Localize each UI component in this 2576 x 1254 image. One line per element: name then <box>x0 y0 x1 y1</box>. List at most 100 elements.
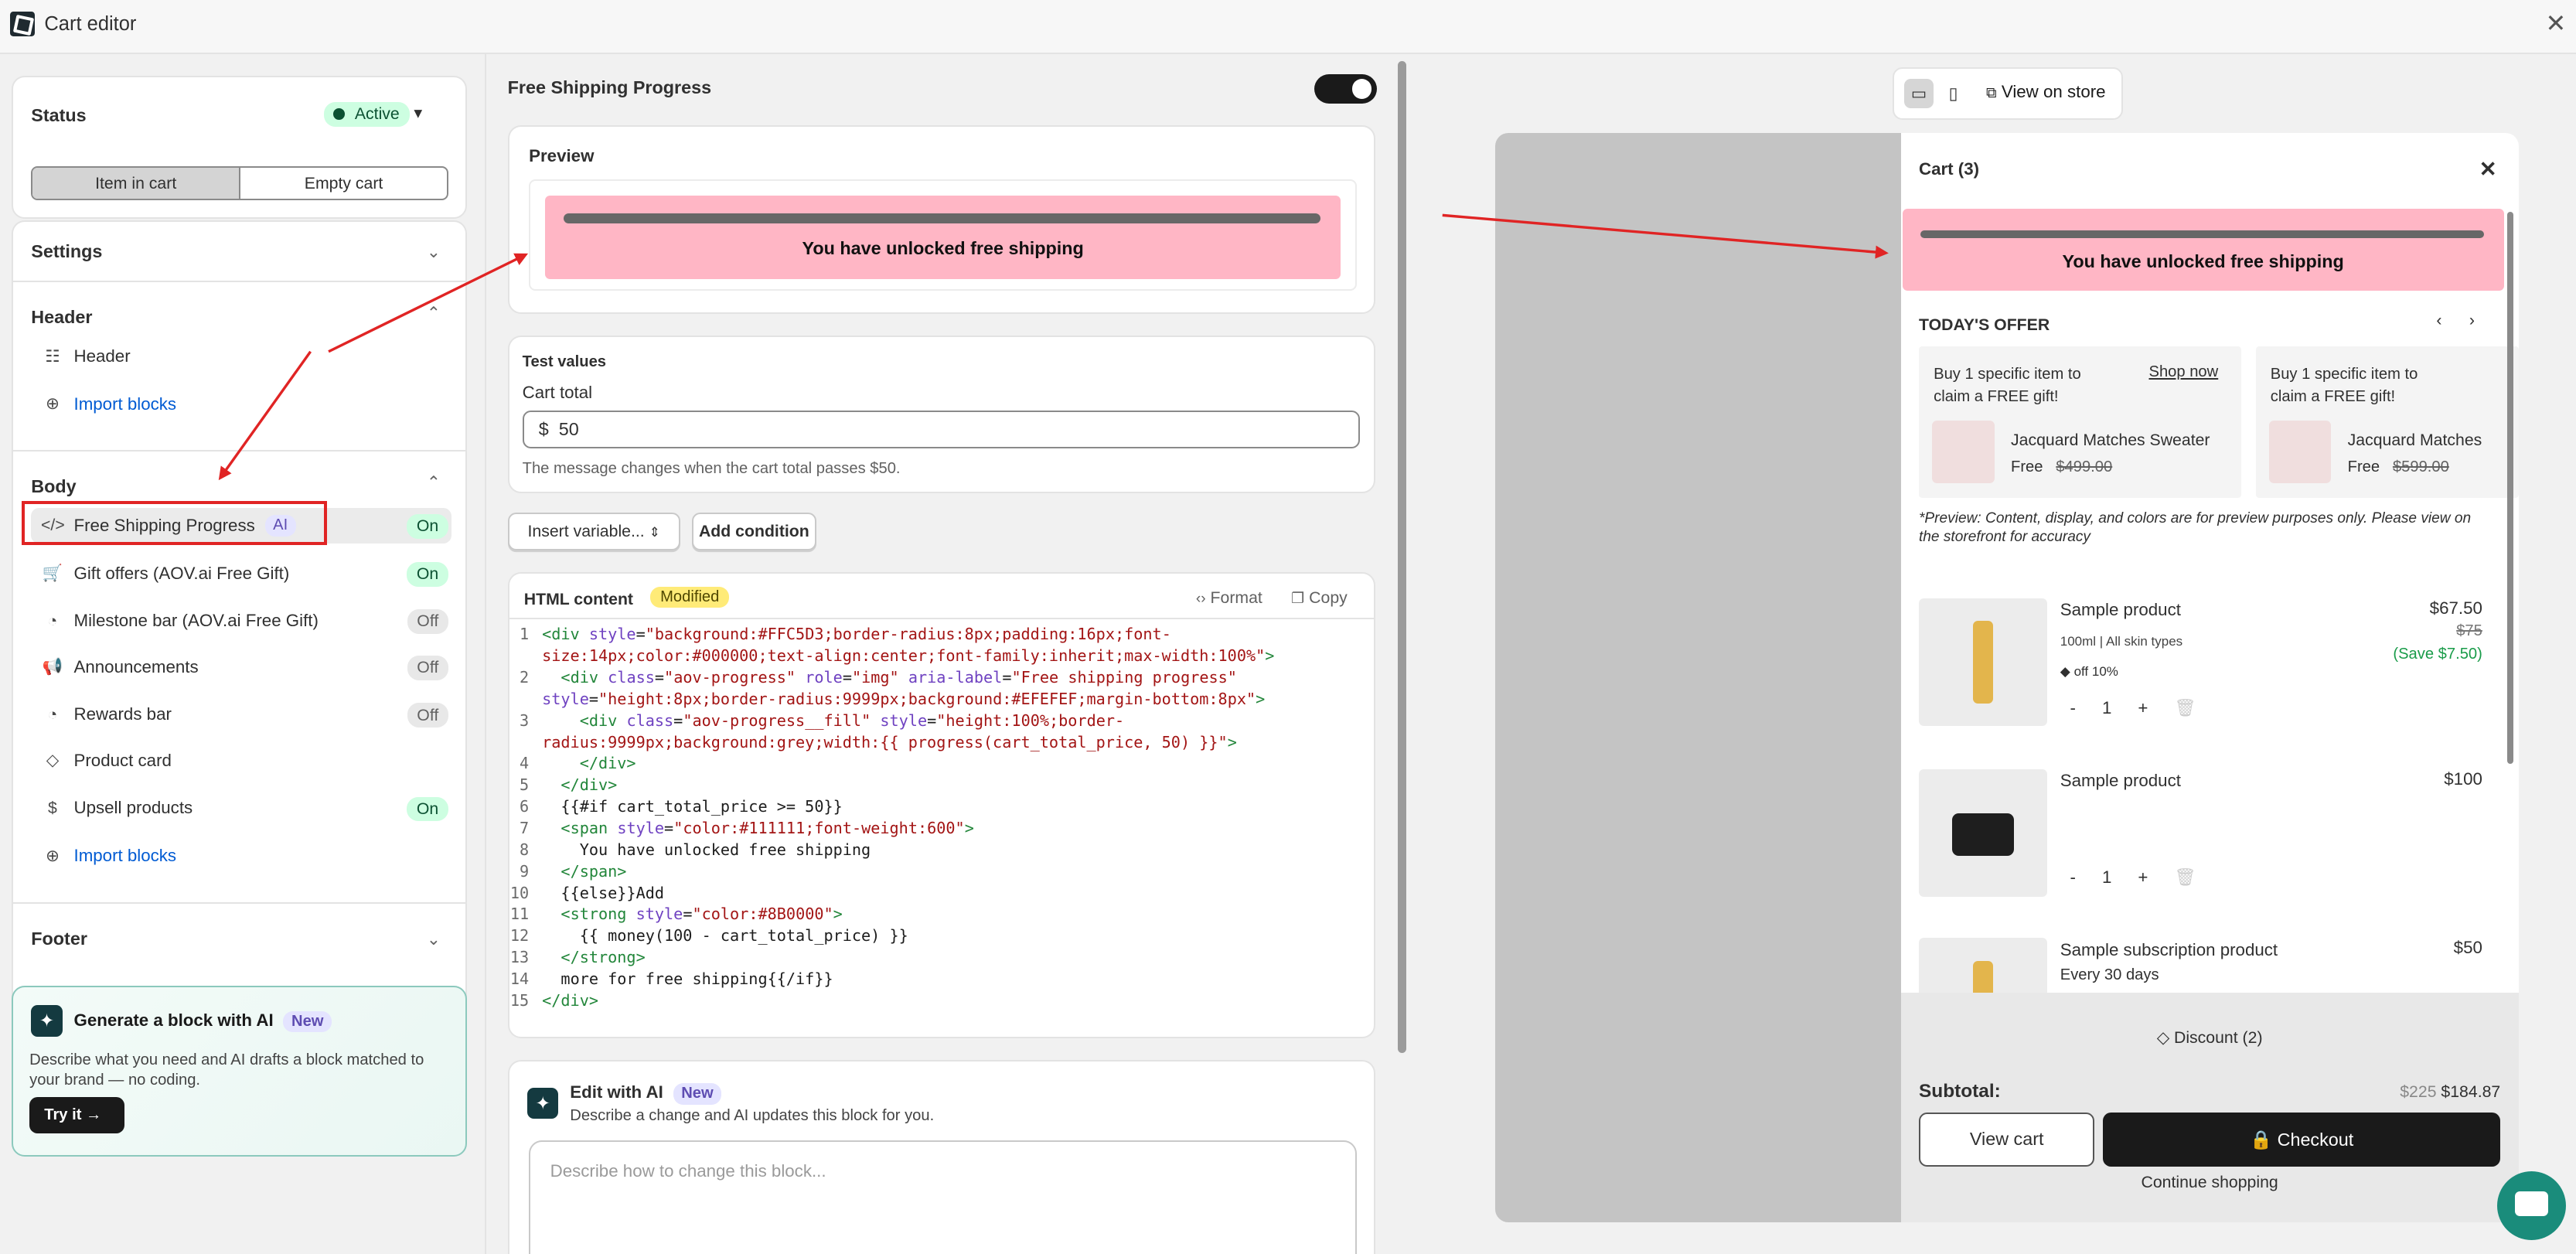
shop-now-link[interactable]: Shop now <box>2149 363 2219 381</box>
import-blocks-body[interactable]: ⊕ Import blocks <box>31 838 451 874</box>
minus-icon: - <box>2070 867 2076 887</box>
chevron-up-icon[interactable]: ⌃ <box>427 304 441 323</box>
preview-label: Preview <box>529 146 595 165</box>
ai-promo-desc: Describe what you need and AI drafts a b… <box>29 1051 424 1089</box>
product-image <box>1919 768 2047 898</box>
chevron-left-icon[interactable]: ‹ <box>2436 311 2441 330</box>
subtotal-label: Subtotal: <box>1919 1081 2001 1102</box>
modified-badge: Modified <box>650 586 730 608</box>
edit-with-ai-card: ✦ Edit with AI New Describe a change and … <box>507 1059 1375 1254</box>
settings-label: Settings <box>31 241 103 262</box>
left-sidebar: Status Active ▾ Item in cart Empty cart … <box>0 54 486 1254</box>
chevron-up-icon[interactable]: ⌃ <box>427 473 441 492</box>
app-logo-icon <box>9 11 35 36</box>
format-button[interactable]: ‹› Format <box>1196 588 1262 608</box>
try-it-button[interactable]: Try it → <box>29 1097 125 1134</box>
preview-message: You have unlocked free shipping <box>802 238 1084 258</box>
item-in-cart-tab[interactable]: Item in cart <box>32 167 241 199</box>
mobile-icon[interactable]: ▯ <box>1938 79 1968 108</box>
trash-icon: 🗑 <box>2174 867 2196 887</box>
add-condition-button[interactable]: Add condition <box>691 513 817 550</box>
offer-card: Buy 1 specific item to claim a FREE gift… <box>2255 346 2519 498</box>
sparkle-icon: ✦ <box>527 1087 559 1119</box>
tag-icon: ◇ <box>2156 1028 2170 1048</box>
product-price: $67.50 <box>2429 598 2482 618</box>
preview-banner: You have unlocked free shipping <box>545 195 1341 280</box>
enable-toggle[interactable] <box>1314 73 1377 104</box>
edit-ai-desc: Describe a change and AI updates this bl… <box>570 1107 935 1125</box>
preview-backdrop <box>1494 133 1903 1222</box>
state-badge: On <box>407 561 448 587</box>
layout-icon: ☷ <box>45 346 60 366</box>
chat-icon[interactable] <box>2497 1171 2567 1241</box>
chevron-down-icon[interactable]: ⌄ <box>427 930 441 949</box>
block-rewards-bar[interactable]: ◔ Rewards bar Off <box>31 697 451 733</box>
chevron-down-icon[interactable]: ▾ <box>414 104 422 123</box>
plus-circle-icon: ⊕ <box>45 394 60 414</box>
block-announcements[interactable]: 📢 Announcements Off <box>31 649 451 685</box>
progress-bar <box>1920 230 2484 239</box>
drawer-scrollbar[interactable] <box>2506 212 2514 765</box>
tag-icon: ◇ <box>46 751 60 770</box>
body-section-label: Body <box>31 476 77 497</box>
empty-cart-tab[interactable]: Empty cart <box>240 168 447 199</box>
desktop-icon[interactable]: ▭ <box>1903 78 1934 109</box>
status-label: Status <box>31 104 87 125</box>
import-blocks-header[interactable]: ⊕ Import blocks <box>31 386 451 422</box>
discount-row[interactable]: ◇ Discount (2) <box>1901 1028 2519 1048</box>
product-variant: 100ml | All skin types <box>2060 634 2183 649</box>
plus-icon: + <box>2138 867 2148 887</box>
plus-icon: + <box>2138 698 2148 718</box>
checkout-button[interactable]: 🔒 Checkout <box>2103 1112 2501 1167</box>
edit-ai-textarea[interactable]: Describe how to change this block... <box>529 1140 1358 1254</box>
product-discount: ◆ off 10% <box>2060 663 2118 679</box>
progress-bar <box>563 213 1321 223</box>
html-content-card: HTML content Modified ‹› Format ❐ Copy 1… <box>507 571 1375 1038</box>
chevron-right-icon[interactable]: › <box>2469 311 2475 330</box>
close-icon[interactable]: ✕ <box>2479 156 2497 182</box>
cart-total-input[interactable]: $ 50 <box>522 411 1361 448</box>
header-section-label: Header <box>31 307 93 328</box>
copy-icon: ❐ <box>1291 590 1305 607</box>
block-upsell-products[interactable]: $ Upsell products On <box>31 790 451 826</box>
product-name: Sample product <box>2060 770 2181 790</box>
preview-card: Preview You have unlocked free shipping <box>507 124 1375 314</box>
view-toolbar: ▭ ▯ ⧉ View on store <box>1893 67 2123 121</box>
copy-button[interactable]: ❐ Copy <box>1291 588 1348 608</box>
plus-circle-icon: ⊕ <box>45 846 60 865</box>
quantity-stepper[interactable]: -1 + 🗑 <box>2070 867 2196 888</box>
test-values-card: Test values Cart total $ 50 The message … <box>507 335 1375 493</box>
editor-scrollbar[interactable] <box>1398 60 1406 1054</box>
help-text: The message changes when the cart total … <box>522 459 901 477</box>
block-product-card[interactable]: ◇ Product card <box>31 742 451 779</box>
preview-note: *Preview: Content, display, and colors a… <box>1919 509 2472 546</box>
minus-icon: - <box>2070 698 2076 718</box>
highlight-box <box>21 501 327 546</box>
view-on-store-link[interactable]: ⧉ View on store <box>1986 82 2106 102</box>
insert-variable-select[interactable]: Insert variable... ⇕ <box>507 513 680 550</box>
product-name: Sample product <box>2060 599 2181 619</box>
cart-total-value: 50 <box>558 419 579 440</box>
quantity-stepper[interactable]: -1 + 🗑 <box>2070 698 2196 718</box>
html-code-editor[interactable]: 1 <div style="background:#FFC5D3;border-r… <box>509 624 1374 1011</box>
megaphone-icon: 📢 <box>42 657 63 676</box>
chevron-down-icon[interactable]: ⌄ <box>427 243 441 262</box>
offer-product: Jacquard Matches Sweater <box>2011 430 2210 449</box>
savings-text: (Save $7.50) <box>2393 646 2482 663</box>
close-icon[interactable]: ✕ <box>2546 9 2567 38</box>
offer-price: Free $499.00 <box>2011 458 2113 475</box>
offer-price: Free $599.00 <box>2347 458 2449 475</box>
header-block-item[interactable]: ☷ Header <box>31 339 451 375</box>
editor-panel: Free Shipping Progress Preview You have … <box>488 54 1413 1254</box>
status-badge[interactable]: Active <box>323 101 410 127</box>
shipping-banner: You have unlocked free shipping <box>1902 208 2504 291</box>
dollar-circle-icon: $ <box>47 798 57 817</box>
continue-shopping-link[interactable]: Continue shopping <box>2103 1173 2316 1192</box>
block-milestone-bar[interactable]: ◔ Milestone bar (AOV.ai Free Gift) Off <box>31 603 451 639</box>
view-cart-button[interactable]: View cart <box>1919 1112 2095 1167</box>
sections-card: Settings ⌄ Header ⌃ ☷ Header ⊕ Import bl… <box>11 220 467 1014</box>
block-gift-offers[interactable]: 🛒 Gift offers (AOV.ai Free Gift) On <box>31 555 451 591</box>
state-badge: On <box>407 796 448 822</box>
block-label: Announcements <box>73 656 199 676</box>
state-badge: Off <box>407 609 448 635</box>
